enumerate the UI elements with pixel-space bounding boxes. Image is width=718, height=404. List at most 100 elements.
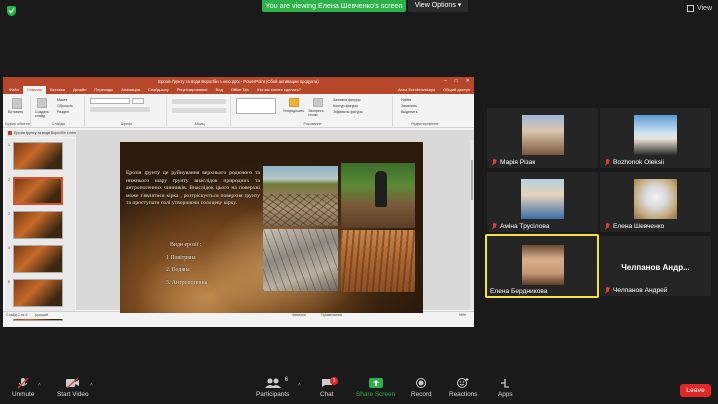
paste-label: Вставить	[8, 110, 24, 114]
participants-button[interactable]: 6 Participants	[256, 377, 289, 398]
tab-office-tab: Office Tab	[230, 87, 249, 92]
participant-tile[interactable]: Елена Шевченко	[600, 172, 711, 232]
participant-tile[interactable]: Челпанов Андр... Челпанов Андрей	[600, 236, 711, 296]
tab-design: Дизайн	[72, 87, 87, 92]
view-button[interactable]: View	[686, 5, 712, 12]
slide-thumbnail	[13, 279, 63, 307]
participant-video	[634, 115, 677, 155]
participant-tile[interactable]: Марія Різак	[487, 108, 598, 168]
font-size-box	[132, 98, 144, 104]
view-options-label: View Options	[414, 2, 456, 9]
group-label: Слайды	[51, 122, 66, 126]
share-screen-button[interactable]: Share Screen	[356, 378, 395, 398]
ribbon: Вставить Буфер обмена Создать слайд Маке…	[3, 94, 474, 128]
group-label: Буфер обмена	[5, 122, 30, 126]
ribbon-group-editing: Найти Заменить Выделить Редактирование	[395, 96, 455, 126]
select-label: Выделить	[401, 110, 418, 114]
participant-name: Bozhonok Oleksii	[613, 159, 664, 166]
participant-video	[522, 115, 564, 155]
participants-count: 6	[284, 377, 289, 383]
slide-thumbnail	[13, 142, 63, 170]
reset-label: Сбросить	[57, 104, 73, 108]
tab-animations: Анимация	[121, 87, 140, 92]
ribbon-group-drawing: Упорядочить Экспресс-стили Заливка фигур…	[233, 96, 393, 126]
layout-label: Макет	[57, 98, 68, 102]
participant-video	[522, 245, 564, 285]
apps-button[interactable]: Apps	[498, 378, 513, 398]
share-screen-icon	[356, 378, 395, 388]
participant-name: Елена Шевченко	[613, 223, 665, 230]
maximize-icon: □	[454, 78, 458, 84]
quick-styles-label: Экспресс-стили	[308, 109, 325, 117]
slide-paragraph: Ерозія ґрунту це руйнування верхнього ро…	[126, 170, 260, 207]
group-label: Рисование	[303, 122, 322, 126]
tell-me-search: Что вы хотите сделать?	[256, 87, 301, 92]
reactions-button[interactable]: Reactions	[449, 378, 477, 398]
tab-transitions: Переходы	[94, 87, 114, 92]
shapes-gallery	[236, 98, 276, 114]
find-label: Найти	[401, 98, 412, 102]
powerpoint-title: Ерозія ґрунту та води Воротбін з нею.ppt…	[158, 79, 319, 84]
paragraph-icons	[172, 99, 226, 104]
record-icon	[411, 378, 432, 388]
tab-insert: Вставка	[50, 87, 65, 92]
mic-muted-icon	[604, 159, 610, 166]
security-shield-icon[interactable]	[7, 6, 16, 16]
microphone-muted-icon	[12, 377, 34, 389]
participant-video	[634, 179, 677, 219]
participant-tile-active-speaker[interactable]: Елена Бердникова	[485, 234, 599, 298]
shape-outline-label: Контур фигуры	[333, 104, 359, 108]
shape-fill-label: Заливка фигуры	[333, 98, 361, 102]
erosion-types-title: Види ерозії :	[170, 242, 202, 248]
chevron-up-icon[interactable]: ˄	[90, 382, 93, 388]
leave-button[interactable]: Leave	[680, 384, 711, 397]
unmute-label: Unmute	[12, 391, 35, 398]
participant-name: Елена Бердникова	[490, 288, 548, 295]
section-label: Раздел	[57, 110, 69, 114]
grid-view-icon	[686, 5, 694, 12]
user-name: Anna Dombrovskaya	[397, 87, 436, 92]
ribbon-group-paragraph: Абзац	[169, 96, 231, 126]
reactions-label: Reactions	[449, 391, 478, 398]
arrange-icon	[289, 98, 299, 107]
meeting-toolbar: Unmute ˄ Start Video ˄ 6 Participants ˄ …	[0, 370, 718, 404]
zoom-meeting-window: You are viewing Елена Шевченко's screen …	[0, 0, 718, 404]
participant-name: Марія Різак	[500, 159, 536, 166]
erosion-types: Види ерозії : 1 Повітряна 2. Водяна 3. А…	[166, 239, 207, 289]
record-label: Record	[411, 391, 432, 398]
chevron-up-icon[interactable]: ˄	[38, 382, 41, 388]
share-link: Общий доступ	[443, 87, 470, 92]
slide-thumbnail	[13, 177, 63, 205]
person-figure	[375, 171, 387, 207]
alignment-icons	[172, 108, 226, 113]
presentation-slide: Ерозія ґрунту це руйнування верхнього ро…	[120, 142, 423, 313]
tab-home: Главная	[22, 86, 47, 94]
eroded-hillside-photo	[341, 163, 415, 228]
start-video-button[interactable]: Start Video	[57, 377, 89, 398]
view-options-button[interactable]: View Options ▾	[408, 0, 468, 12]
reactions-icon	[449, 378, 477, 388]
participant-tile[interactable]: Bozhonok Oleksii	[600, 108, 711, 168]
unmute-button[interactable]: Unmute	[12, 377, 35, 398]
chat-label: Chat	[320, 391, 334, 398]
status-language: русский	[35, 313, 48, 317]
tab-file: Файл	[9, 87, 19, 92]
chat-unread-badge: 1	[330, 377, 338, 385]
cracked-soil-photo	[263, 166, 338, 226]
arrange-label: Упорядочить	[283, 109, 305, 113]
tab-slideshow: Слайд-шоу	[147, 87, 169, 92]
chevron-up-icon[interactable]: ˄	[298, 382, 301, 388]
participant-video	[521, 179, 564, 219]
participant-tile[interactable]: Аміна Трусілова	[487, 172, 598, 232]
tab-view: Вид	[215, 87, 223, 92]
replace-label: Заменить	[401, 104, 418, 108]
font-format-icons	[90, 107, 150, 112]
record-button[interactable]: Record	[411, 378, 432, 398]
mic-muted-icon	[604, 223, 610, 230]
status-comments: Примечания	[321, 313, 342, 317]
group-label: Абзац	[194, 122, 205, 126]
ribbon-tabs: Файл Главная Вставка Дизайн Переходы Ани…	[3, 86, 474, 94]
water-erosion-photo	[341, 230, 415, 292]
apps-icon	[498, 378, 513, 388]
new-slide-label: Создать слайд	[35, 110, 49, 118]
